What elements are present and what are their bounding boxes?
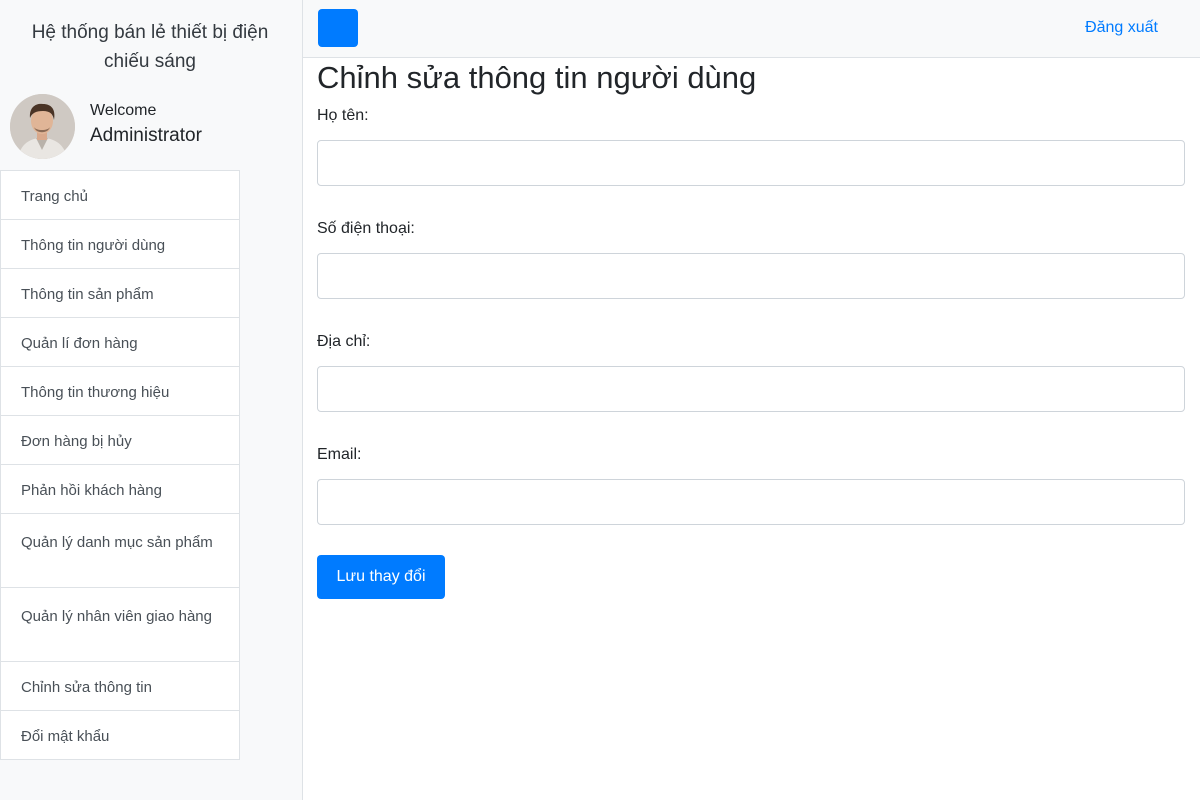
sidebar-item-brand-info[interactable]: Thông tin thương hiệu bbox=[0, 366, 240, 416]
sidebar-menu: Trang chủ Thông tin người dùng Thông tin… bbox=[0, 170, 240, 760]
sidebar-item-product-info[interactable]: Thông tin sản phẩm bbox=[0, 268, 240, 318]
address-field[interactable] bbox=[317, 366, 1185, 412]
sidebar-item-edit-info[interactable]: Chỉnh sửa thông tin bbox=[0, 661, 240, 711]
user-name: Administrator bbox=[90, 125, 202, 146]
sidebar-item-order-management[interactable]: Quản lí đơn hàng bbox=[0, 317, 240, 367]
sidebar-item-user-info[interactable]: Thông tin người dùng bbox=[0, 219, 240, 269]
phone-label: Số điện thoại: bbox=[317, 220, 415, 237]
phone-field[interactable] bbox=[317, 253, 1185, 299]
page-title: Chỉnh sửa thông tin người dùng bbox=[317, 60, 757, 95]
sidebar-item-customer-feedback[interactable]: Phản hồi khách hàng bbox=[0, 464, 240, 514]
sidebar-item-home[interactable]: Trang chủ bbox=[0, 170, 240, 220]
sidebar-item-cancelled-orders[interactable]: Đơn hàng bị hủy bbox=[0, 415, 240, 465]
sidebar-item-category-management[interactable]: Quản lý danh mục sản phẩm bbox=[0, 513, 240, 588]
logout-link[interactable]: Đăng xuất bbox=[1085, 19, 1158, 37]
brand-title: Hệ thống bán lẻ thiết bị điện chiếu sáng bbox=[31, 22, 269, 72]
email-label: Email: bbox=[317, 446, 362, 463]
sidebar: Hệ thống bán lẻ thiết bị điện chiếu sáng… bbox=[0, 0, 303, 800]
address-label: Địa chỉ: bbox=[317, 333, 371, 350]
save-button[interactable]: Lưu thay đổi bbox=[317, 555, 445, 599]
sidebar-toggle-button[interactable] bbox=[318, 9, 358, 47]
sidebar-item-delivery-staff[interactable]: Quản lý nhân viên giao hàng bbox=[0, 587, 240, 662]
top-navbar: Đăng xuất bbox=[303, 0, 1200, 58]
name-field[interactable] bbox=[317, 140, 1185, 186]
avatar bbox=[10, 94, 75, 159]
user-panel: Welcome Administrator bbox=[10, 94, 290, 160]
welcome-text: Welcome bbox=[90, 102, 157, 119]
name-label: Họ tên: bbox=[317, 107, 369, 124]
email-field[interactable] bbox=[317, 479, 1185, 525]
sidebar-item-change-password[interactable]: Đổi mật khẩu bbox=[0, 710, 240, 760]
